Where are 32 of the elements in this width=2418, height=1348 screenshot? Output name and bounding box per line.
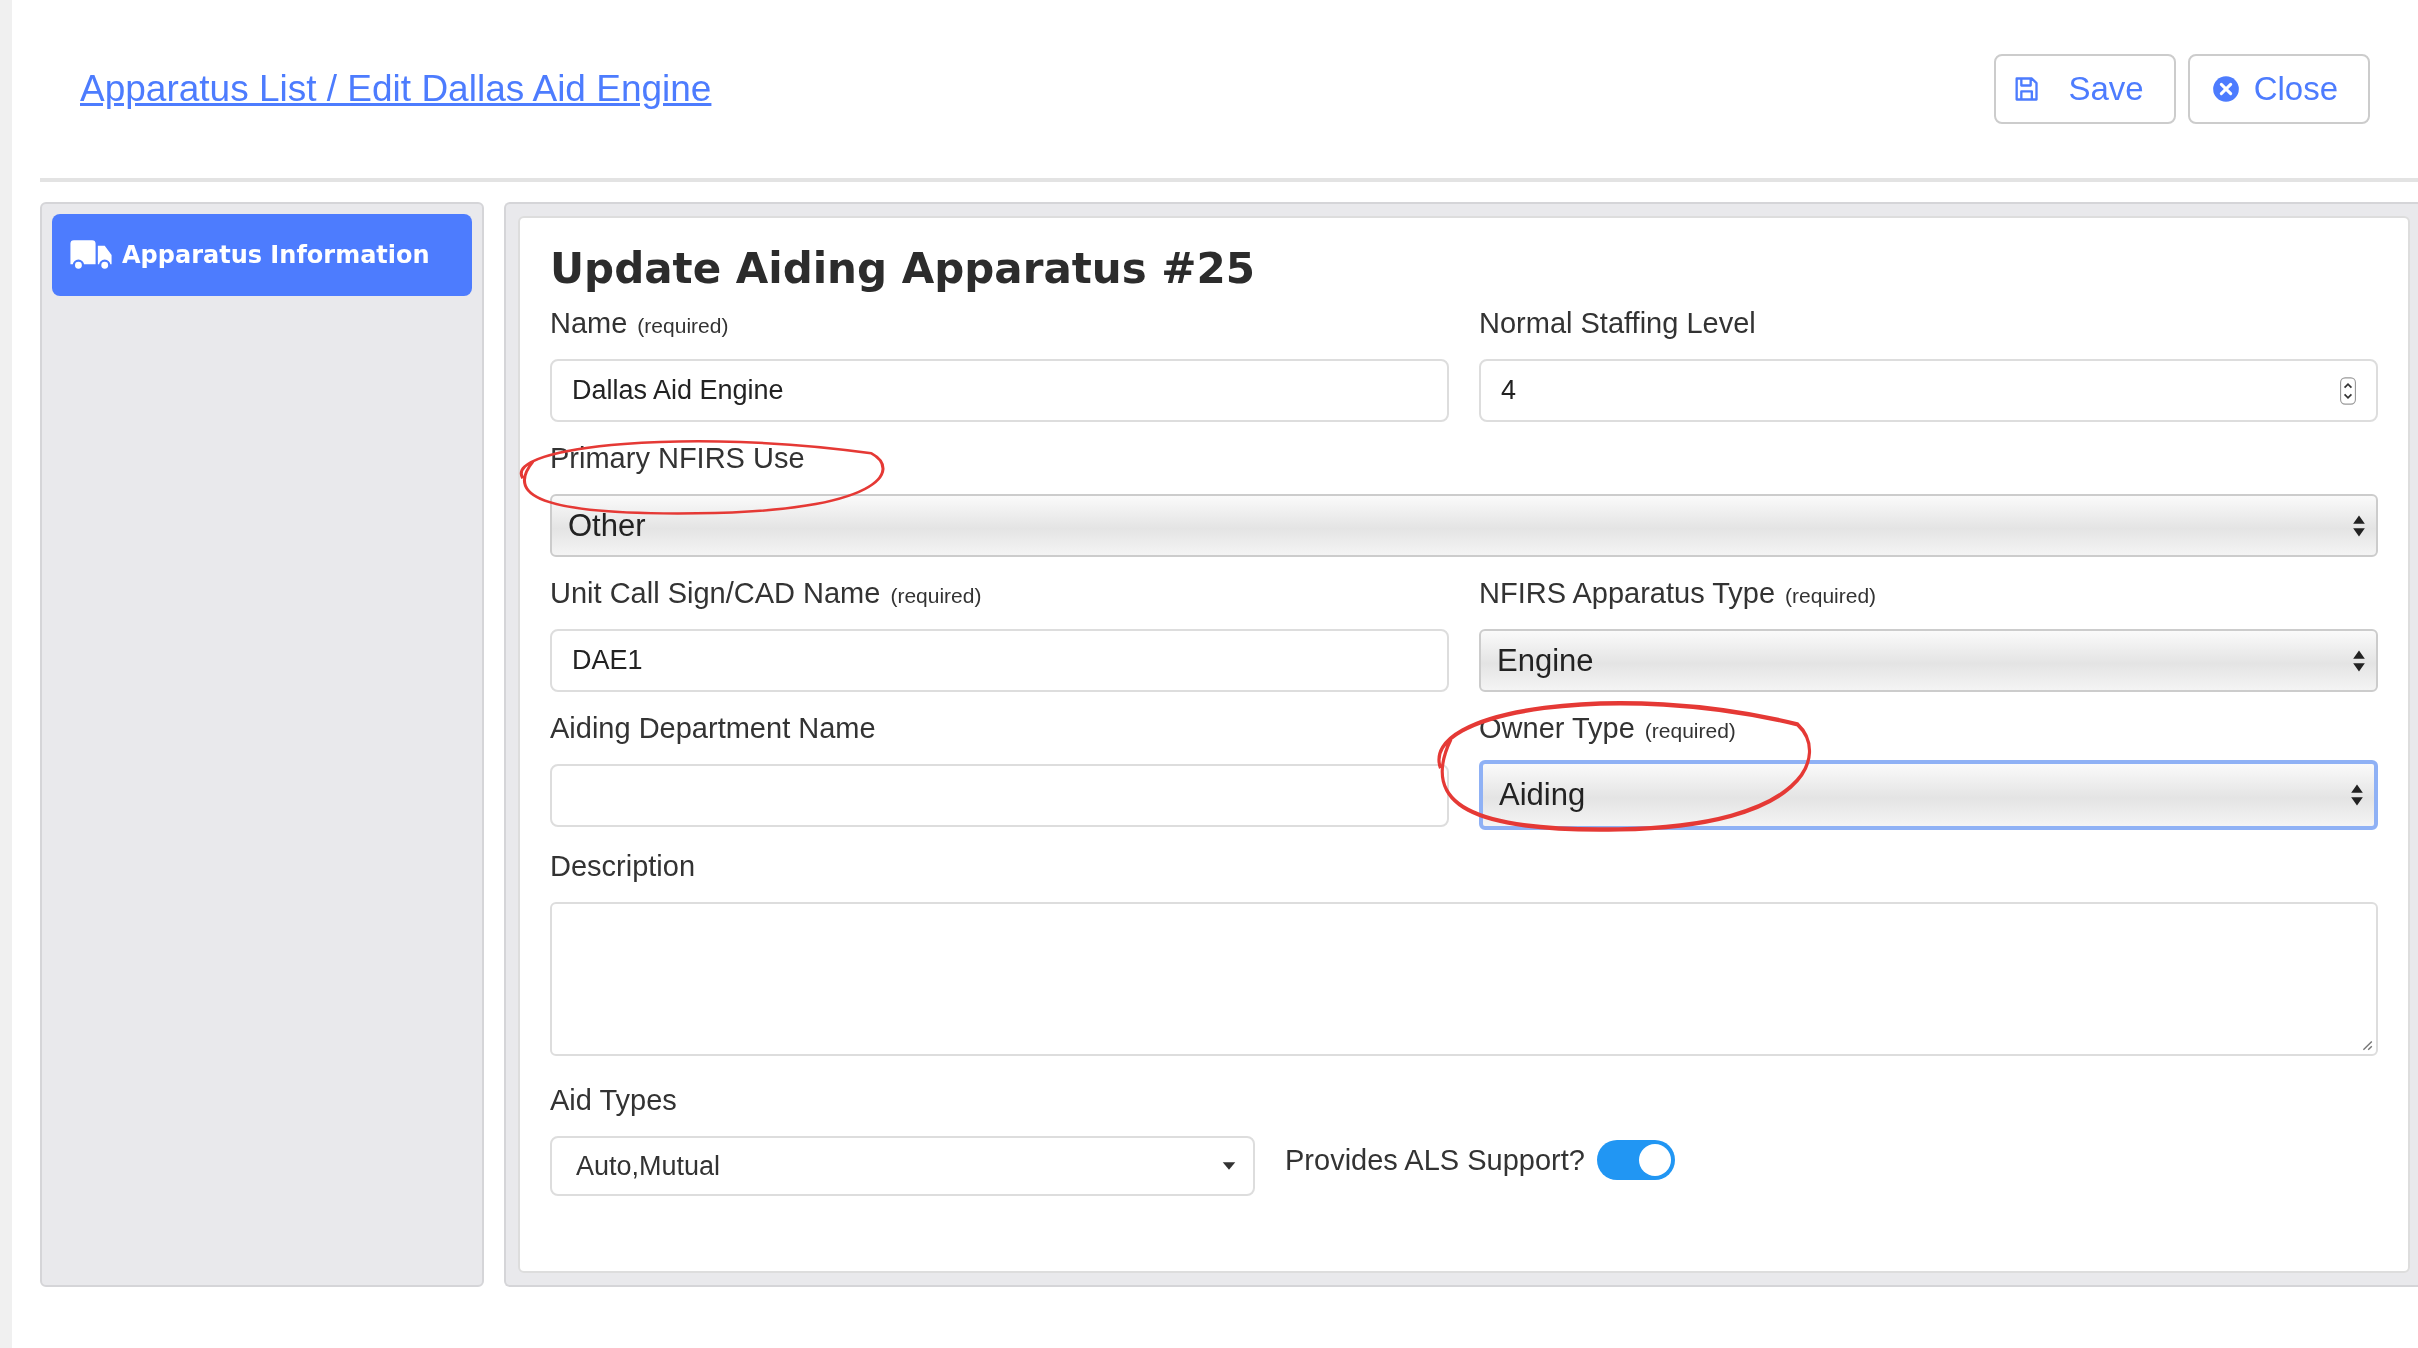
field-label: Name [550,307,628,340]
select-dropdown[interactable]: Engine [1479,629,2378,692]
number-field[interactable]: 4 [1479,359,2378,422]
close-icon [2211,75,2240,103]
required-note: (required) [637,314,729,338]
field-label: Aiding Department Name [550,712,876,745]
select-dropdown[interactable]: Other [550,494,2378,557]
field-label: NFIRS Apparatus Type [1479,577,1776,610]
form-title: Update Aiding Apparatus #25 [550,244,1256,293]
field-label: Description [550,850,696,883]
toggle-switch[interactable] [1596,1140,1675,1180]
field-label: Unit Call Sign/CAD Name [550,577,881,610]
select-dropdown[interactable]: Aiding [1479,760,2378,830]
truck-icon [68,239,114,271]
spinner-icon[interactable] [2340,375,2356,406]
aid-types-dropdown[interactable]: Auto,Mutual [550,1136,1255,1196]
caret-icon [1221,1161,1237,1171]
required-note: (required) [890,584,982,608]
save-button[interactable]: Save [1994,54,2176,124]
field-label: Normal Staffing Level [1479,307,1756,340]
text-field[interactable]: Dallas Aid Engine [550,359,1449,422]
breadcrumb-link[interactable]: Apparatus List / Edit Dallas Aid Engine [80,68,712,110]
toggle-label: Provides ALS Support? [1285,1143,1585,1177]
field-label: Aid Types [550,1084,677,1117]
resize-grip-icon[interactable] [2361,1039,2373,1051]
text-field[interactable]: DAE1 [550,629,1449,692]
sidebar-item[interactable]: Apparatus Information [52,214,472,296]
required-note: (required) [1785,584,1877,608]
required-note: (required) [1644,719,1736,743]
text-field[interactable] [550,764,1449,827]
field-label: Primary NFIRS Use [550,442,805,475]
close-button[interactable]: Close [2187,54,2370,124]
